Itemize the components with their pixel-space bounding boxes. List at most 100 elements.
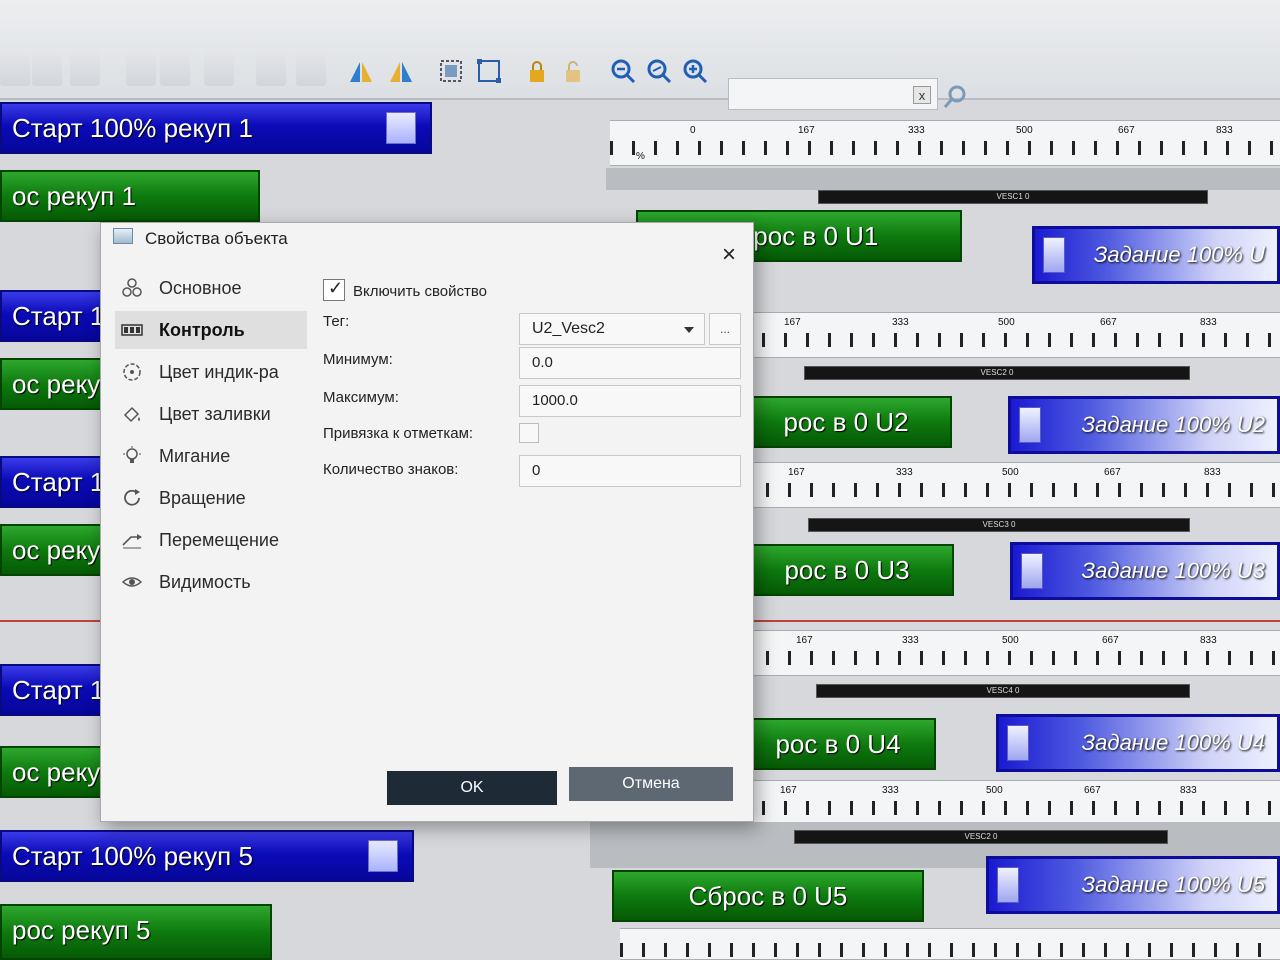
start-button-label: Старт 100% рекуп 1 [12,113,253,143]
reset-button-label: ос рекуп 1 [12,181,137,211]
zoom-in-icon[interactable] [678,52,712,90]
set-u3-indicator [1021,553,1043,589]
set-u5-button[interactable]: Задание 100% U5 [986,856,1280,914]
nav-item-move[interactable]: Перемещение [115,521,307,559]
cubes-icon [119,275,145,301]
tag-value: U2_Vesc2 [532,320,605,337]
tag-label: Тег: [323,313,350,330]
reset-u3-label: рос в 0 U3 [784,555,910,585]
nav-label: Вращение [159,487,246,508]
start-button-5[interactable]: Старт 100% рекуп 5 [0,830,414,882]
app-icon [113,228,133,244]
max-label: Максимум: [323,389,399,406]
reset-button-label: ос реку [12,369,101,399]
scale-3: 167 333 500 667 833 [744,462,1280,508]
close-icon[interactable]: × [715,241,743,269]
nav-item-fill-color[interactable]: Цвет заливки [115,395,307,433]
tag-select[interactable]: U2_Vesc2 [519,313,705,345]
align-left-icon[interactable] [0,52,30,86]
vesc3-bar: VESC3 0 [808,518,1190,532]
group-icon[interactable] [434,52,468,90]
vesc4-bar: VESC4 0 [816,684,1190,698]
nav-label: Цвет индик-ра [159,361,279,382]
reset-left-button-5[interactable]: рос рекуп 5 [0,904,272,960]
reset-u5-button[interactable]: Сброс в 0 U5 [612,870,924,922]
reset-u5-label: Сброс в 0 U5 [688,881,848,911]
scale-label: 667 [1118,125,1135,136]
set-u3-button[interactable]: Задание 100% U3 [1010,542,1280,600]
start-button-label: Старт 100% рекуп 5 [12,841,253,871]
nav-item-visibility[interactable]: Видимость [115,563,307,601]
zoom-out-icon[interactable] [606,52,640,90]
nav-item-blink[interactable]: Мигание [115,437,307,475]
rotate-icon [119,485,145,511]
reset-u3-button[interactable]: рос в 0 U3 [740,544,954,596]
ungroup-icon[interactable] [472,52,506,90]
reset-u2-button[interactable]: рос в 0 U2 [740,396,952,448]
start-button-indicator [386,112,416,144]
reset-button-label: ос реку [12,535,101,565]
distribute-h-icon[interactable] [256,52,286,86]
set-u2-button[interactable]: Задание 100% U2 [1008,396,1280,454]
ok-button[interactable]: OK [387,771,557,805]
scale-5: 167 333 500 667 833 [740,780,1280,826]
scale-label: 833 [1200,317,1217,328]
flip-vertical-icon[interactable] [384,52,418,90]
align-top-icon[interactable] [126,52,156,86]
scale-4: 167 333 500 667 833 [744,630,1280,676]
toolbar: x [0,0,1280,110]
start-button-1[interactable]: Старт 100% рекуп 1 [0,102,432,154]
snap-checkbox[interactable] [519,423,539,443]
nav-item-indicator-color[interactable]: Цвет индик-ра [115,353,307,391]
scale-2: 167 333 500 667 833 [740,312,1280,358]
digits-field[interactable]: 0 [519,455,741,487]
unlock-icon[interactable] [556,52,590,90]
scale-label: 833 [1200,635,1217,646]
scale-label: 167 [780,785,797,796]
set-u4-button[interactable]: Задание 100% U4 [996,714,1280,772]
align-center-icon[interactable] [32,52,62,86]
set-u4-label: Задание 100% U4 [1081,730,1265,755]
scale-label: 500 [986,785,1003,796]
move-icon [119,527,145,553]
palette-icon [119,359,145,385]
scale-label: 333 [902,635,919,646]
max-field[interactable]: 1000.0 [519,385,741,417]
align-bottom-icon[interactable] [204,52,234,86]
cancel-button[interactable]: Отмена [569,767,733,801]
set-u5-indicator [997,867,1019,903]
lock-icon[interactable] [520,52,554,90]
flip-horizontal-icon[interactable] [344,52,378,90]
set-u5-label: Задание 100% U5 [1081,872,1265,897]
bulb-icon [119,443,145,469]
scale-ticks [744,651,1280,665]
reset-button-label: ос реку [12,757,101,787]
reset-u4-button[interactable]: рос в 0 U4 [740,718,936,770]
nav-item-basic[interactable]: Основное [115,269,307,307]
chevron-down-icon [684,327,694,333]
scale-6 [620,928,1280,960]
snap-label: Привязка к отметкам: [323,425,474,442]
nav-item-rotation[interactable]: Вращение [115,479,307,517]
search-clear-button[interactable]: x [913,86,931,104]
search-icon[interactable] [942,84,968,110]
search-input[interactable]: x [728,78,938,110]
vesc1-bar: VESC1 0 [818,190,1208,204]
object-properties-dialog: Свойства объекта × Основное Контроль Цве… [100,222,754,822]
nav-label: Основное [159,277,242,298]
tag-browse-button[interactable]: ... [709,313,741,345]
align-right-icon[interactable] [70,52,100,86]
nav-label: Цвет заливки [159,403,271,424]
min-field[interactable]: 0.0 [519,347,741,379]
vesc2-bar: VESC2 0 [804,366,1190,380]
scale-label: 500 [1016,125,1033,136]
zoom-fit-icon[interactable] [642,52,676,90]
distribute-v-icon[interactable] [296,52,326,86]
scale-label: 833 [1204,467,1221,478]
reset-left-button-1[interactable]: ос рекуп 1 [0,170,260,222]
nav-item-control[interactable]: Контроль [115,311,307,349]
align-middle-icon[interactable] [160,52,190,86]
dialog-titlebar[interactable]: Свойства объекта × [101,223,753,268]
enable-property-checkbox[interactable]: ✓ [323,278,345,301]
set-u1-button[interactable]: Задание 100% U [1032,226,1280,284]
